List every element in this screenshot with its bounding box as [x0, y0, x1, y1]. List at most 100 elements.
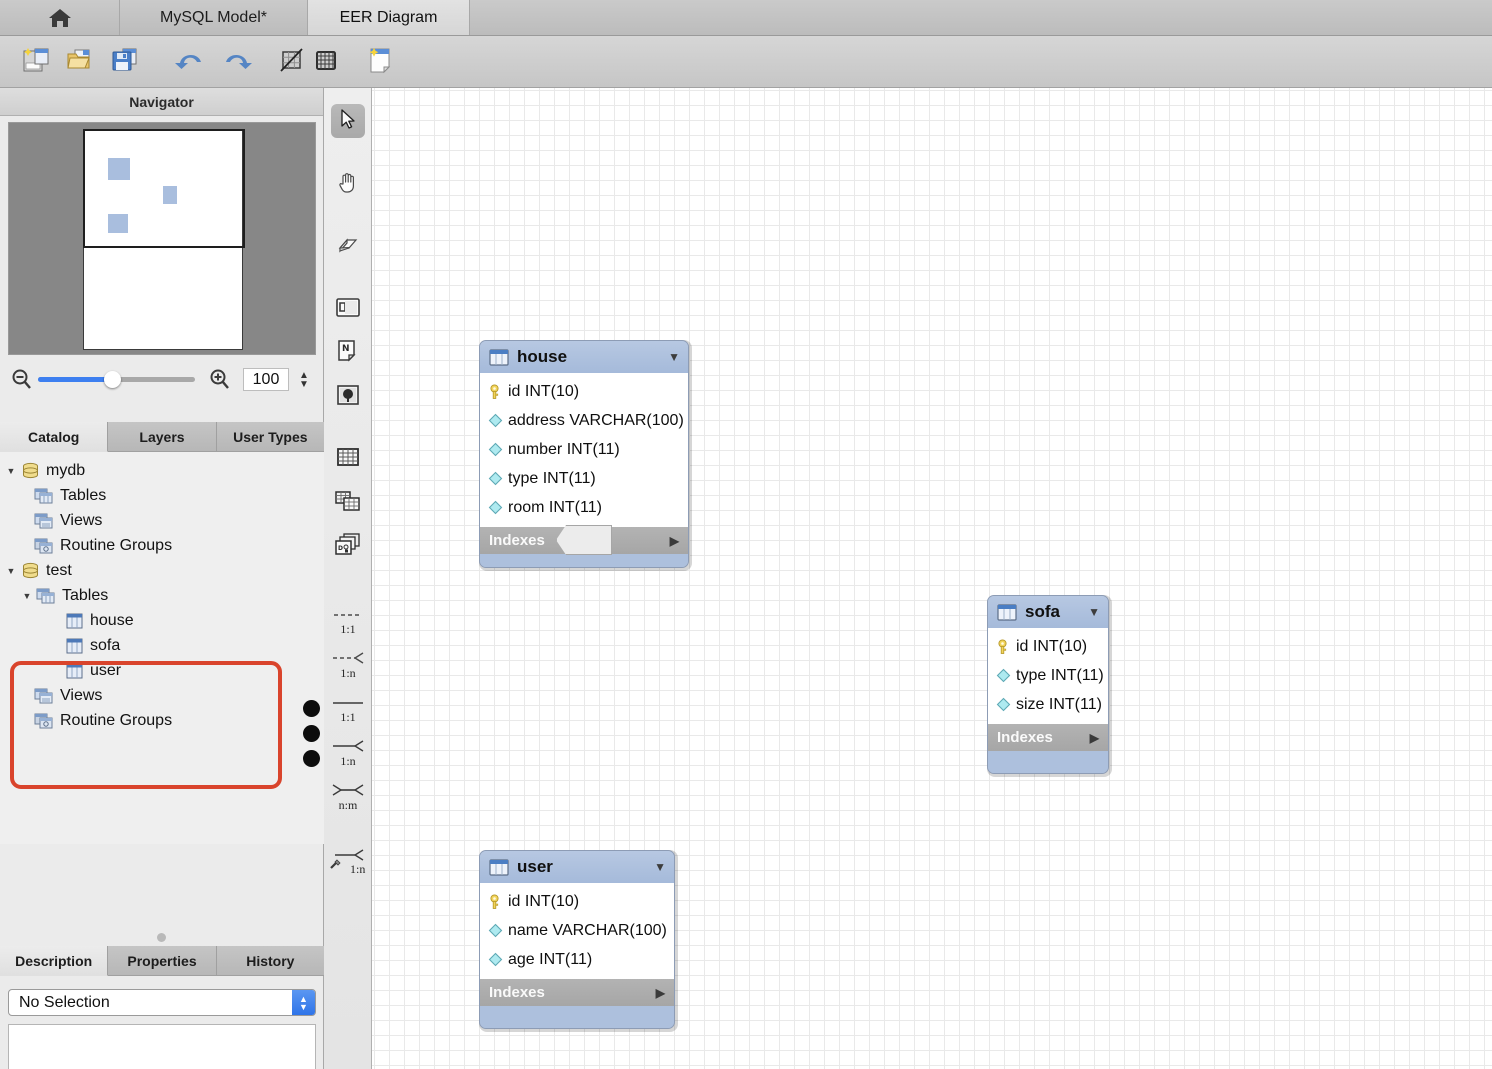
table-column[interactable]: type INT(11) [480, 464, 688, 493]
relation-1-1-identifying-tool[interactable]: 1:1 [328, 690, 368, 730]
table-header[interactable]: sofa ▼ [988, 596, 1108, 628]
indexes-section[interactable]: Indexes ▶ [480, 979, 674, 1006]
selection-dropdown[interactable]: No Selection ▲ ▼ [8, 989, 316, 1016]
toggle-grid-snap-button[interactable] [274, 44, 310, 80]
description-textarea[interactable] [8, 1024, 316, 1069]
column-label: address VARCHAR(100) [508, 412, 684, 430]
bottom-panel-tab-bar: Description Properties History [0, 946, 324, 976]
tab-catalog[interactable]: Catalog [0, 422, 108, 452]
note-tool[interactable]: N [331, 336, 365, 370]
relation-1-n-identifying-tool[interactable]: 1:n [328, 734, 368, 774]
new-diagram-icon [365, 46, 395, 79]
table-column[interactable]: id INT(10) [480, 377, 688, 406]
zoom-slider-knob[interactable] [104, 371, 121, 388]
tree-item-test-routine-groups[interactable]: Routine Groups [0, 708, 324, 733]
table-column[interactable]: type INT(11) [988, 661, 1108, 690]
table-header[interactable]: house ▼ [480, 341, 688, 373]
tab-label: User Types [233, 429, 307, 445]
table-column[interactable]: id INT(10) [480, 887, 674, 916]
hand-tool[interactable] [331, 167, 365, 201]
navigator-viewport-rect[interactable] [83, 129, 245, 248]
tab-user-types[interactable]: User Types [217, 422, 324, 452]
chevron-down-icon[interactable]: ▼ [668, 350, 680, 364]
zoom-out-icon[interactable] [10, 368, 34, 397]
open-model-button[interactable] [63, 44, 99, 80]
chevron-right-icon[interactable]: ▶ [656, 986, 665, 1000]
view-tool[interactable] [331, 486, 365, 520]
new-model-button[interactable] [18, 44, 54, 80]
table-body: sofa ▼ id INT(10) [987, 595, 1109, 774]
redo-button[interactable] [219, 44, 255, 80]
chevron-right-icon[interactable]: ▶ [670, 534, 679, 548]
tab-history[interactable]: History [217, 946, 324, 976]
tree-item-mydb[interactable]: ▼ mydb [0, 458, 324, 483]
table-column[interactable]: room INT(11) [480, 493, 688, 522]
undo-button[interactable] [172, 44, 208, 80]
layer-tool[interactable] [331, 292, 365, 326]
home-tab[interactable] [0, 0, 120, 35]
column-diamond-icon [488, 952, 508, 967]
tab-properties[interactable]: Properties [108, 946, 216, 976]
tree-item-table-sofa[interactable]: sofa [0, 633, 324, 658]
diagram-table-sofa[interactable]: sofa ▼ id INT(10) [987, 595, 1109, 774]
chevron-right-icon[interactable]: ▶ [1090, 731, 1099, 745]
table-column[interactable]: name VARCHAR(100) [480, 916, 674, 945]
relation-n-m-identifying-tool[interactable]: n:m [328, 778, 368, 818]
tree-item-label: Tables [56, 487, 106, 505]
relation-label: 1:n [350, 862, 365, 877]
zoom-in-icon[interactable] [208, 368, 232, 397]
tree-item-table-user[interactable]: user [0, 658, 324, 683]
tree-item-test-views[interactable]: Views [0, 683, 324, 708]
relation-pick-columns-1-n-tool[interactable]: 1:n [328, 840, 368, 880]
tree-item-table-house[interactable]: house [0, 608, 324, 633]
image-tool[interactable] [331, 380, 365, 414]
tab-label: EER Diagram [340, 9, 438, 27]
relation-1-n-nonidentifying-tool[interactable]: 1:n [328, 646, 368, 686]
new-diagram-button[interactable] [362, 44, 398, 80]
table-icon [489, 859, 509, 876]
table-expand-notch[interactable] [556, 525, 612, 555]
table-column[interactable]: id INT(10) [988, 632, 1108, 661]
tab-description[interactable]: Description [0, 946, 108, 976]
pointer-tool[interactable] [331, 104, 365, 138]
diagram-table-user[interactable]: user ▼ id INT(10) [479, 850, 675, 1029]
relation-1-1-nonidentifying-tool[interactable]: 1:1 [328, 602, 368, 642]
chevron-down-icon[interactable]: ▼ [1088, 605, 1100, 619]
tab-layers[interactable]: Layers [108, 422, 216, 452]
chevron-down-icon[interactable]: ▼ [4, 558, 18, 583]
left-sidebar: Navigator [0, 88, 324, 1069]
tree-item-test[interactable]: ▼ test [0, 558, 324, 583]
chevron-down-icon[interactable]: ▼ [654, 860, 666, 874]
chevron-updown-icon[interactable]: ▲ ▼ [292, 990, 315, 1015]
routine-group-tool[interactable]: D [331, 530, 365, 564]
table-column[interactable]: size INT(11) [988, 690, 1108, 719]
home-icon [47, 7, 73, 29]
table-column[interactable]: age INT(11) [480, 945, 674, 974]
zoom-stepper[interactable]: ▲ ▼ [296, 369, 312, 391]
table-columns: id INT(10) address VARCHAR(100) [480, 373, 688, 527]
chevron-down-icon[interactable]: ▼ [20, 583, 34, 608]
navigator-title: Navigator [0, 88, 323, 116]
chevron-down-icon[interactable]: ▼ [4, 458, 18, 483]
diagram-table-house[interactable]: house ▼ id INT(10) [479, 340, 689, 568]
bottom-panel-resize-grip[interactable] [157, 933, 166, 942]
table-header[interactable]: user ▼ [480, 851, 674, 883]
zoom-value-input[interactable]: 100 [243, 368, 289, 391]
table-tool[interactable] [331, 442, 365, 476]
table-column[interactable]: number INT(11) [480, 435, 688, 464]
navigator-thumbnail[interactable] [8, 122, 316, 355]
double-crowfoot-icon [331, 784, 365, 798]
tree-item-mydb-routine-groups[interactable]: Routine Groups [0, 533, 324, 558]
table-column[interactable]: address VARCHAR(100) [480, 406, 688, 435]
save-model-button[interactable] [108, 44, 144, 80]
show-grid-button[interactable] [308, 44, 344, 80]
eraser-tool[interactable] [331, 230, 365, 264]
indexes-section[interactable]: Indexes ▶ [988, 724, 1108, 751]
table-columns: id INT(10) type INT(11) [988, 628, 1108, 724]
tab-mysql-model[interactable]: MySQL Model* [120, 0, 308, 35]
tree-item-mydb-views[interactable]: Views [0, 508, 324, 533]
eer-diagram-canvas[interactable]: house ▼ id INT(10) [372, 88, 1492, 1069]
tree-item-mydb-tables[interactable]: Tables [0, 483, 324, 508]
tree-item-test-tables[interactable]: ▼ Tables [0, 583, 324, 608]
tab-eer-diagram[interactable]: EER Diagram [308, 0, 470, 35]
